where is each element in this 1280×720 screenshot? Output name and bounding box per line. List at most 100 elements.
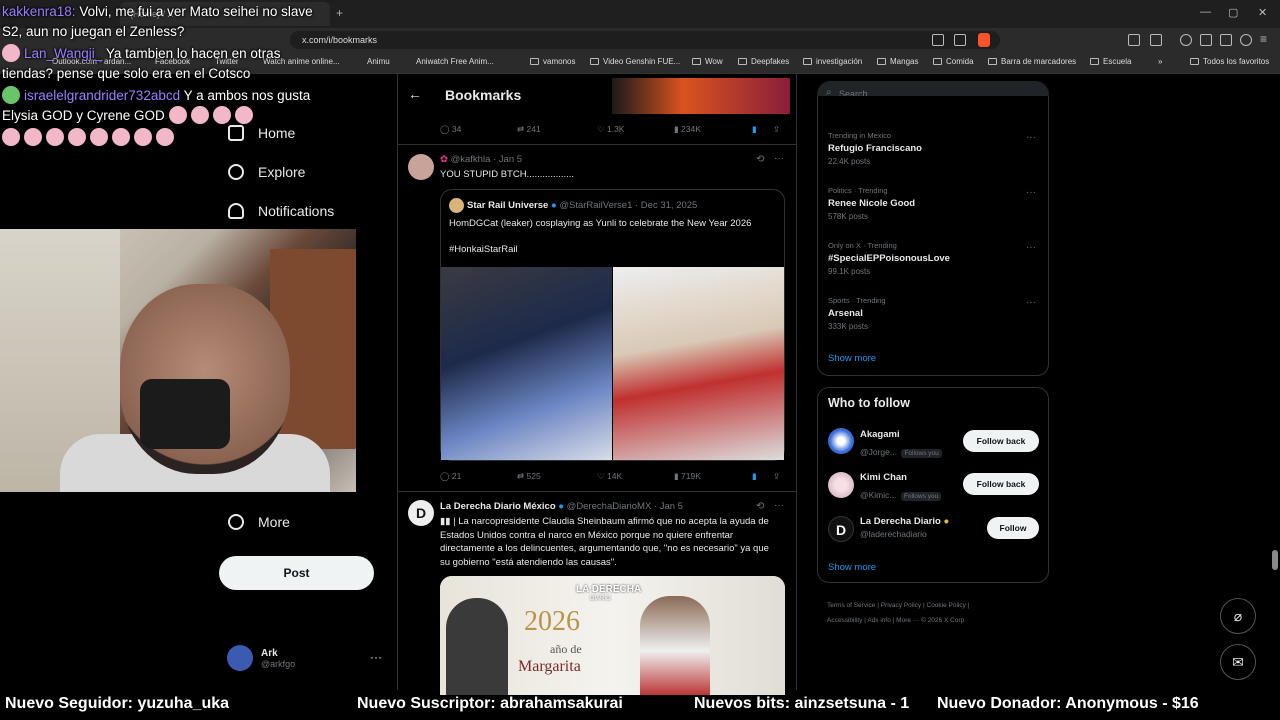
trend-more-icon[interactable]: ··· (1026, 242, 1036, 253)
bookmark-todos[interactable]: Todos los favoritos (1190, 57, 1269, 66)
nav-more[interactable]: More (228, 514, 290, 530)
cosplay-image-2[interactable] (613, 267, 784, 460)
extension-icon[interactable] (932, 34, 944, 46)
trends-show-more[interactable]: Show more (828, 353, 876, 364)
trend-more-icon[interactable]: ··· (1026, 132, 1036, 143)
footer-ads[interactable]: Ads info (867, 617, 891, 624)
close-window-icon[interactable]: ✕ (1258, 6, 1267, 19)
footer-cookie[interactable]: Cookie Policy (927, 602, 966, 609)
share-icon[interactable] (954, 34, 966, 46)
tweet-handle[interactable]: @DerechaDiarioMX · Jan 5 (567, 501, 683, 512)
trend-more-icon[interactable]: ··· (1026, 187, 1036, 198)
trend-item[interactable]: Only on X · Trending #SpecialEPPoisonous… (828, 241, 950, 276)
minimize-icon[interactable]: — (1200, 6, 1211, 18)
reply-button[interactable]: ◯ 34 (440, 124, 461, 135)
vpn-icon[interactable] (1240, 34, 1252, 46)
back-arrow-icon[interactable]: ← (408, 86, 422, 102)
follow-button[interactable]: Follow (987, 517, 1039, 539)
quote-handle: @StarRailVerse1 · Dec 31, 2025 (559, 200, 698, 211)
trend-more-icon[interactable]: ··· (1026, 297, 1036, 308)
tweet-more-icon[interactable]: ··· (774, 153, 784, 164)
footer-more[interactable]: More ··· (896, 617, 919, 624)
reply-button[interactable]: ◯ 21 (440, 471, 461, 482)
wallet-icon[interactable] (1200, 34, 1212, 46)
emote-icon (234, 106, 253, 124)
bookmarks-overflow-icon[interactable]: » (1158, 57, 1162, 66)
bookmark-mangas[interactable]: Mangas (877, 57, 918, 66)
brave-shield-icon[interactable] (978, 33, 990, 47)
tweet-date[interactable]: · Jan 5 (493, 154, 522, 165)
sidebar-icon[interactable] (1150, 34, 1162, 46)
follow-suggestion[interactable]: Kimi Chan @Kimic... Follows you (860, 472, 942, 503)
share-icon[interactable]: ⇪ (773, 471, 780, 482)
follow-back-button[interactable]: Follow back (963, 430, 1039, 452)
views-button[interactable]: ▮ 719K (674, 471, 701, 482)
footer-terms[interactable]: Terms of Service (827, 602, 875, 609)
bell-icon (228, 203, 244, 219)
avatar[interactable]: D (828, 516, 854, 542)
new-tab-icon[interactable]: + (336, 6, 343, 20)
who-to-follow-show-more[interactable]: Show more (828, 562, 876, 573)
bookmark-aniwatch[interactable]: Aniwatch Free Anim... (416, 57, 494, 66)
nav-explore[interactable]: Explore (228, 164, 305, 180)
news-brand: LA DERECHA (576, 584, 642, 595)
tweet-header: La Derecha Diario México ● @DerechaDiari… (440, 501, 683, 512)
bookmark-vamonos[interactable]: vamonos (530, 57, 575, 66)
tweet-more-icon[interactable]: ··· (774, 500, 784, 511)
account-more-icon[interactable]: ··· (370, 650, 382, 664)
tweet-text-body: | La narcopresidente Claudia Sheinbaum a… (440, 516, 769, 568)
bookmark-deepfakes[interactable]: Deepfakes (738, 57, 789, 66)
grok-icon[interactable]: ⌀ (1220, 598, 1256, 634)
bookmark-comida[interactable]: Comida (933, 57, 974, 66)
footer-accessibility[interactable]: Accessibility (827, 617, 862, 624)
flag-icon: ▮▮ (440, 516, 454, 527)
menu-icon[interactable]: ≡ (1260, 32, 1267, 46)
scrollbar-thumb[interactable] (1272, 550, 1278, 570)
views-button[interactable]: ▮ 234K (674, 124, 701, 135)
trend-item[interactable]: Trending in Mexico Refugio Franciscano 2… (828, 131, 922, 166)
grok-icon[interactable]: ⟲ (756, 501, 764, 512)
nav-notifications[interactable]: Notifications (228, 203, 334, 219)
maximize-icon[interactable]: ▢ (1228, 6, 1238, 19)
messages-icon[interactable]: ✉ (1220, 644, 1256, 680)
cosplay-image-1[interactable] (441, 267, 612, 460)
avatar[interactable]: D (408, 500, 434, 526)
footer-privacy[interactable]: Privacy Policy (881, 602, 921, 609)
bookmark-escuela[interactable]: Escuela (1090, 57, 1131, 66)
retweet-button[interactable]: ⇄ 525 (517, 471, 541, 482)
leo-icon[interactable] (1220, 34, 1232, 46)
trend-item[interactable]: Politics · Trending Renee Nicole Good 57… (828, 186, 915, 221)
follow-suggestion[interactable]: La Derecha Diario ● @laderechadiario (860, 516, 949, 539)
suggestion-handle: @Kimic... (860, 490, 897, 500)
tweet-author[interactable]: La Derecha Diario México (440, 501, 556, 512)
follow-suggestion[interactable]: Akagami @Jorge... Follows you (860, 429, 942, 460)
bookmark-icon[interactable]: ▮ (752, 124, 757, 135)
retweet-button[interactable]: ⇄ 241 (517, 124, 541, 135)
bookmark-investigacion[interactable]: investigación (803, 57, 862, 66)
emote-icon (2, 128, 20, 146)
emote-icon (168, 106, 187, 124)
post-button[interactable]: Post (219, 556, 374, 590)
url-field[interactable]: x.com/i/bookmarks (290, 31, 1000, 49)
avatar[interactable] (408, 154, 434, 180)
avatar[interactable] (828, 472, 854, 498)
bookmark-video-genshin[interactable]: Video Genshin FUE... (590, 57, 680, 66)
bookmark-icon[interactable]: ▮ (752, 471, 757, 482)
like-button[interactable]: ♡ 14K (597, 471, 622, 482)
share-icon[interactable]: ⇪ (773, 124, 780, 135)
account-switcher[interactable]: Ark @arkfgo (227, 645, 295, 671)
grok-icon[interactable]: ⟲ (756, 154, 764, 165)
like-count: 1.3K (606, 124, 625, 134)
follow-back-button[interactable]: Follow back (963, 473, 1039, 495)
tweet-handle[interactable]: @kafkhla (451, 154, 491, 165)
news-image[interactable]: LA DERECHA DIARIO 2026 año de Margarita (440, 576, 785, 696)
music-icon[interactable] (1180, 34, 1192, 46)
trend-item[interactable]: Sports · Trending Arsenal 333K posts (828, 296, 886, 331)
avatar[interactable] (828, 428, 854, 454)
puzzle-icon[interactable] (1128, 34, 1140, 46)
bookmark-animu[interactable]: Animu (367, 57, 390, 66)
like-button[interactable]: ♡ 1.3K (597, 124, 624, 135)
bookmark-wow[interactable]: Wow (692, 57, 723, 66)
quote-hashtag[interactable]: #HonkaiStarRail (449, 244, 518, 255)
bookmark-barra[interactable]: Barra de marcadores (988, 57, 1076, 66)
